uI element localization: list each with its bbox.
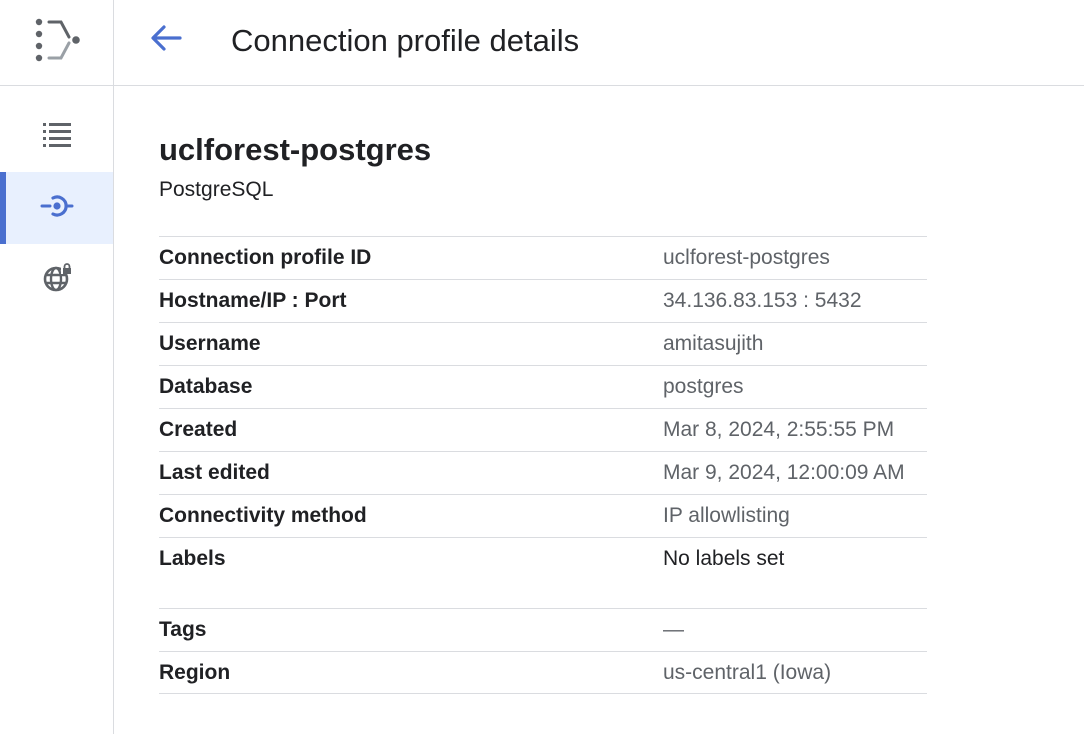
detail-row-database: Database postgres [159,365,927,408]
detail-row-connectivity-method: Connectivity method IP allowlisting [159,494,927,537]
arrow-back-icon [150,24,182,57]
detail-row-region: Region us-central1 (Iowa) [159,651,927,694]
detail-key: Tags [159,618,207,641]
detail-key: Username [159,332,261,355]
detail-key: Labels [159,547,226,570]
left-nav-rail [0,0,114,734]
app-logo[interactable] [0,0,114,86]
page-title: Connection profile details [231,23,580,58]
detail-key: Created [159,418,238,441]
profile-name: uclforest-postgres [159,132,432,167]
detail-key: Database [159,375,253,398]
detail-value: amitasujith [663,332,764,355]
detail-row-created: Created Mar 8, 2024, 2:55:55 PM [159,408,927,451]
detail-row-last-edited: Last edited Mar 9, 2024, 12:00:09 AM [159,451,927,494]
detail-value: postgres [663,375,744,398]
detail-value: — [663,618,684,641]
detail-key: Last edited [159,461,270,484]
detail-value: us-central1 (Iowa) [663,661,832,684]
list-icon [42,121,71,152]
rail-item-private-connectivity[interactable] [0,244,113,316]
rail-item-migration-jobs[interactable] [0,100,113,172]
detail-value: 34.136.83.153 : 5432 [663,289,862,312]
detail-key: Hostname/IP : Port [159,289,347,312]
rail-item-connection-profiles[interactable] [0,172,113,244]
detail-value: uclforest-postgres [663,246,830,269]
connection-profile-icon [40,194,74,223]
app: Connection profile details uclforest-pos… [0,0,1084,734]
detail-value: IP allowlisting [663,504,790,527]
profile-type: PostgreSQL [159,178,274,201]
detail-value: Mar 8, 2024, 2:55:55 PM [663,418,895,441]
detail-row-labels: Labels No labels set [159,537,927,580]
labels-value: No labels set [663,547,785,570]
detail-value: Mar 9, 2024, 12:00:09 AM [663,461,905,484]
detail-row-tags: Tags — [159,608,927,651]
details-table: Connection profile ID uclforest-postgres… [159,236,927,694]
main-content: uclforest-postgres PostgreSQL Connection… [159,130,927,694]
detail-key: Connection profile ID [159,246,372,269]
private-connectivity-globe-icon [42,262,72,298]
database-migration-logo-icon [31,16,83,69]
detail-row-username: Username amitasujith [159,322,927,365]
detail-row-hostname-port: Hostname/IP : Port 34.136.83.153 : 5432 [159,279,927,322]
back-button[interactable] [146,20,186,60]
page-header: Connection profile details [114,0,1084,86]
detail-row-connection-profile-id: Connection profile ID uclforest-postgres [159,236,927,279]
detail-key: Connectivity method [159,504,367,527]
detail-key: Region [159,661,231,684]
